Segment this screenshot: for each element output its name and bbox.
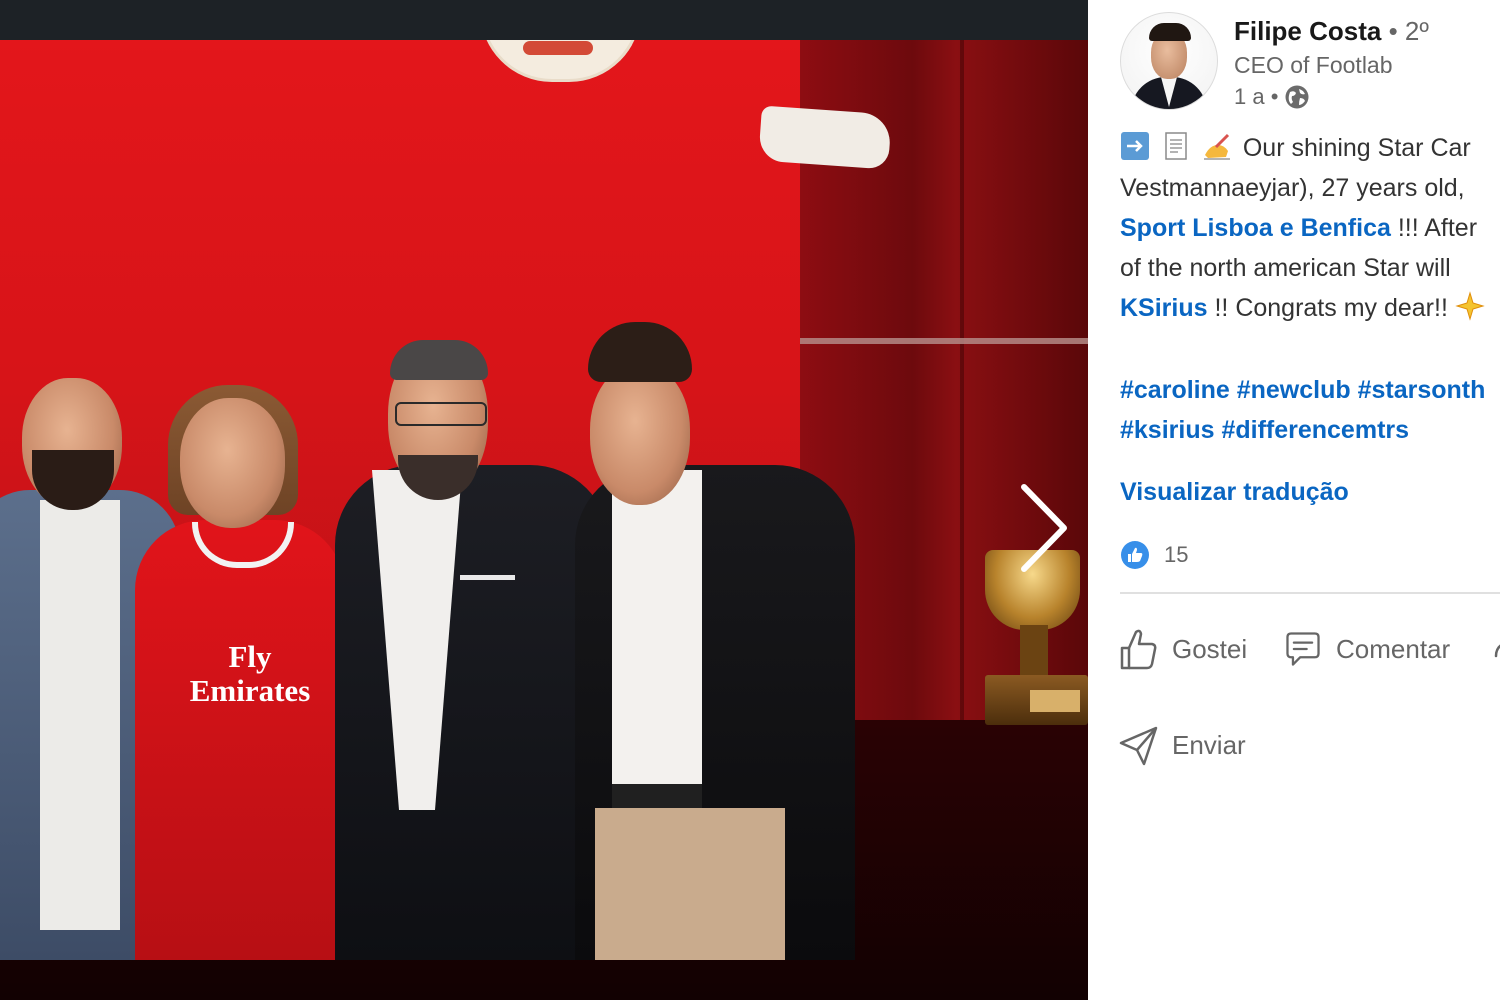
- comment-icon: [1286, 632, 1320, 666]
- like-reaction-icon: [1121, 541, 1149, 569]
- viewer-top-bar: [0, 0, 1088, 40]
- person-4-belt: [612, 784, 702, 808]
- see-translation-link[interactable]: Visualizar tradução: [1120, 478, 1349, 507]
- sponsor-line-1: Fly: [228, 639, 272, 674]
- author-headline: CEO of Footlab: [1234, 52, 1393, 78]
- post-line-3: Sport Lisboa e Benfica !!! After: [1120, 208, 1500, 248]
- person-1-shirt: [40, 500, 120, 930]
- post-meta: 1 a •: [1234, 84, 1310, 110]
- photo-viewer: Fly Emirates: [0, 0, 1088, 1000]
- person-2-red-jersey: [135, 520, 345, 960]
- thumbs-up-icon: [1120, 629, 1157, 670]
- reaction-count: 15: [1164, 542, 1189, 567]
- jersey-sleeve-cuff: [758, 105, 892, 170]
- wall-shelf: [795, 338, 1088, 344]
- person-3-hair: [390, 340, 488, 380]
- hashtags: #caroline #newclub #starsonth #ksirius #…: [1120, 370, 1500, 450]
- author-avatar[interactable]: [1120, 12, 1218, 110]
- hashtags-line-2[interactable]: #ksirius #differencemtrs: [1120, 410, 1500, 450]
- arrow-right-icon: [1121, 132, 1149, 160]
- post-line-4: of the north american Star will: [1120, 254, 1451, 282]
- share-button-partial[interactable]: [1490, 626, 1500, 672]
- trophy-stem: [1020, 625, 1048, 675]
- post-panel: Filipe Costa • 2º CEO of Footlab 1 a • O…: [1088, 0, 1500, 1000]
- person-4-head: [590, 365, 690, 505]
- reactions-summary[interactable]: 15: [1120, 540, 1188, 570]
- share-icon: [1494, 644, 1500, 658]
- post-line-5: KSirius !! Congrats my dear!!: [1120, 288, 1500, 328]
- trophy-plaque: [1030, 690, 1080, 712]
- author-name-line: Filipe Costa • 2º: [1234, 16, 1429, 47]
- comment-button[interactable]: Comentar: [1282, 626, 1450, 672]
- person-2-head: [180, 398, 285, 528]
- actions-divider: [1120, 592, 1500, 594]
- person-4-trousers: [595, 808, 785, 960]
- jersey-sponsor-text: Fly Emirates: [175, 640, 325, 708]
- send-button[interactable]: Enviar: [1118, 722, 1246, 768]
- post-line-2: Vestmannaeyjar), 27 years old,: [1120, 174, 1465, 202]
- post-line-1-text: Our shining Star Car: [1242, 134, 1471, 162]
- hashtags-line-1[interactable]: #caroline #newclub #starsonth: [1120, 370, 1500, 410]
- post-line-1: Our shining Star Car: [1120, 128, 1500, 168]
- mention-link-benfica[interactable]: Sport Lisboa e Benfica: [1120, 214, 1391, 242]
- send-label: Enviar: [1172, 729, 1246, 760]
- page-icon: [1165, 132, 1187, 160]
- comment-label: Comentar: [1336, 633, 1451, 664]
- post-line-5-text: !! Congrats my dear!!: [1207, 294, 1448, 322]
- post-body: Our shining Star Car Vestmannaeyjar), 27…: [1120, 128, 1500, 328]
- person-4-shirt: [612, 470, 702, 830]
- person-3-pocket-square: [460, 575, 515, 580]
- person-3-glasses: [395, 402, 487, 426]
- like-label: Gostei: [1172, 633, 1248, 664]
- connection-degree: • 2º: [1388, 16, 1429, 46]
- next-photo-chevron-icon[interactable]: [1012, 483, 1072, 573]
- mention-link-ksirius[interactable]: KSirius: [1120, 294, 1208, 322]
- post-line-3-text: !!! After: [1390, 214, 1478, 242]
- avatar-hair: [1149, 23, 1191, 41]
- person-3-suit: [335, 465, 610, 960]
- sponsor-line-2: Emirates: [189, 673, 311, 708]
- author-name[interactable]: Filipe Costa: [1234, 16, 1381, 46]
- wall-panel-line: [960, 40, 964, 740]
- sparkle-icon: [1455, 291, 1485, 321]
- writing-hand-icon: [1203, 133, 1230, 160]
- post-time: 1 a •: [1234, 84, 1279, 109]
- like-button[interactable]: Gostei: [1118, 626, 1247, 672]
- send-paper-plane-icon: [1119, 726, 1158, 766]
- globe-icon: [1285, 85, 1309, 109]
